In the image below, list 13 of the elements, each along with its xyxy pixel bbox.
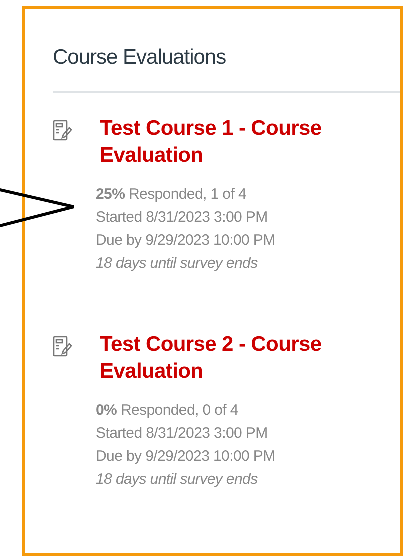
days-remaining: 18 days until survey ends [96,254,259,274]
evaluation-link[interactable]: Test Course 1 - Course Evaluation [100,115,350,169]
evaluation-link[interactable]: Test Course 2 - Course Evaluation [100,331,350,385]
survey-icon [53,336,73,358]
start-date: Started 8/31/2023 3:00 PM [96,424,269,444]
panel-title: Course Evaluations [53,45,228,71]
due-date: Due by 9/29/2023 10:00 PM [96,231,276,251]
response-count: 25% Responded, 1 of 4 [96,185,248,205]
due-date: Due by 9/29/2023 10:00 PM [96,447,276,467]
response-count: 0% Responded, 0 of 4 [96,401,240,421]
start-date: Started 8/31/2023 3:00 PM [96,208,269,228]
survey-icon [53,120,73,142]
days-remaining: 18 days until survey ends [96,470,259,490]
